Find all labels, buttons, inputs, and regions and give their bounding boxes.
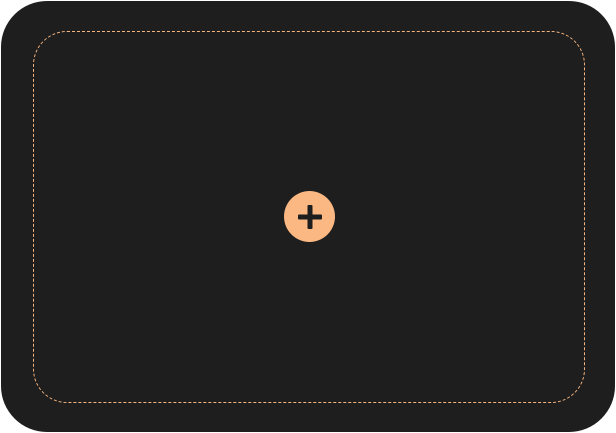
upload-card bbox=[1, 1, 615, 432]
add-button[interactable] bbox=[284, 191, 335, 242]
plus-icon bbox=[296, 203, 324, 231]
